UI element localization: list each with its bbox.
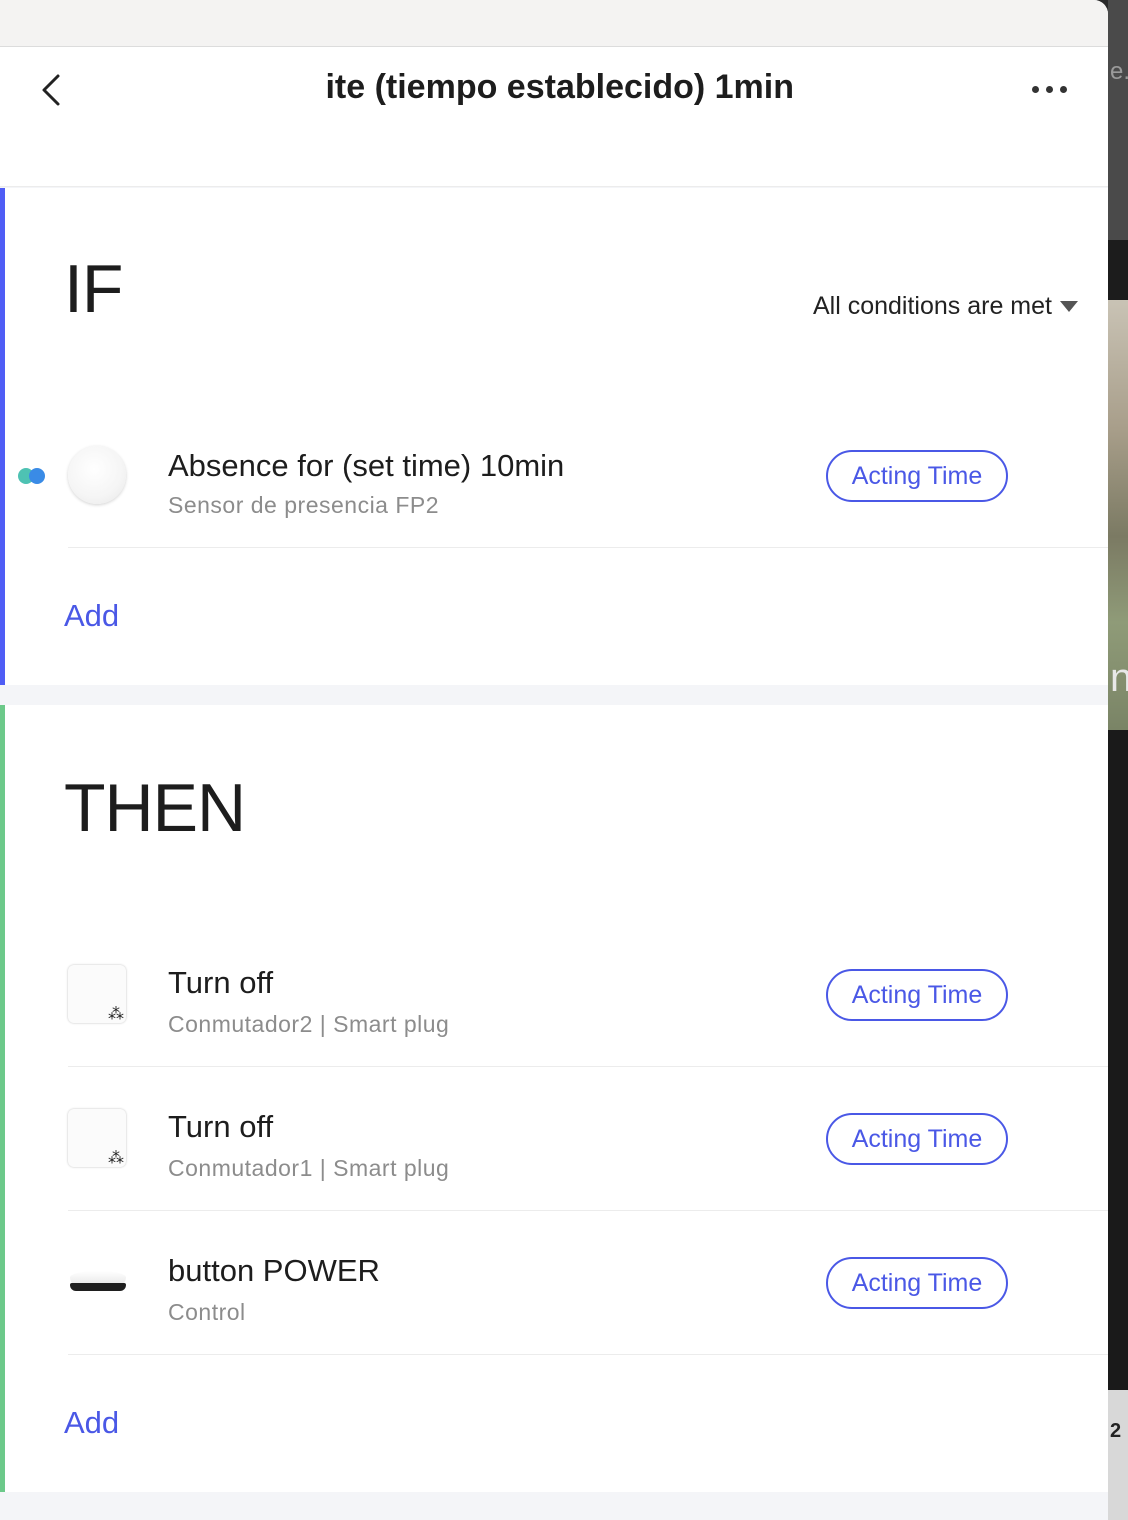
acting-time-button[interactable]: Acting Time [826, 1113, 1008, 1165]
background-window: e. n 2 [1108, 0, 1128, 1520]
action-device: Conmutador2 | Smart plug [168, 1011, 450, 1037]
add-action-link[interactable]: Add [64, 1405, 119, 1441]
condition-device: Sensor de presencia FP2 [168, 492, 440, 518]
more-options-button[interactable] [1024, 74, 1074, 104]
back-button[interactable] [30, 68, 74, 112]
action-device: Control [168, 1299, 246, 1325]
action-name: button POWER [168, 1253, 380, 1288]
smart-plug-icon: ⁂ [68, 965, 128, 1025]
condition-action: Absence for (set time) 10min [168, 448, 565, 483]
background-text: 2 [1110, 1420, 1122, 1442]
condition-mode-select[interactable]: All conditions are met [813, 292, 1078, 321]
condition-mode-label: All conditions are met [812, 292, 1052, 320]
if-accent-bar [0, 188, 5, 685]
ellipsis-icon [1031, 85, 1039, 93]
acting-time-button[interactable]: Acting Time [826, 969, 1008, 1021]
action-name: Turn off [168, 965, 274, 1000]
device-link-indicator-icon [18, 468, 48, 484]
add-condition-link[interactable]: Add [64, 598, 119, 634]
page-title: ite (tiempo establecido) 1min [325, 68, 794, 106]
window-titlebar[interactable] [0, 0, 1108, 47]
then-accent-bar [0, 705, 5, 1492]
if-title: IF [64, 251, 123, 327]
acting-time-button[interactable]: Acting Time [826, 1257, 1008, 1309]
bottom-spacer [0, 1492, 1108, 1520]
then-section: THEN ⁂ Turn off Conmutador2 | Smart plug… [0, 705, 1108, 1492]
presence-sensor-icon [68, 446, 128, 506]
automation-window: ite (tiempo establecido) 1min IF All con… [0, 0, 1108, 1520]
caret-down-icon [1060, 301, 1078, 312]
page-title-container: ite (tiempo establecido) 1min [312, 64, 794, 114]
ir-remote-hub-icon [68, 1253, 128, 1313]
action-row[interactable]: ⁂ Turn off Conmutador1 | Smart plug Acti… [68, 1067, 1108, 1211]
condition-row[interactable]: Absence for (set time) 10min Sensor de p… [68, 404, 1108, 548]
acting-time-button[interactable]: Acting Time [826, 450, 1008, 502]
chevron-left-icon [42, 74, 60, 106]
action-name: Turn off [168, 1109, 274, 1144]
action-row[interactable]: ⁂ Turn off Conmutador2 | Smart plug Acti… [68, 923, 1108, 1067]
action-row[interactable]: button POWER Control Acting Time [68, 1211, 1108, 1355]
background-text: n [1110, 656, 1128, 700]
then-title: THEN [64, 770, 246, 846]
action-device: Conmutador1 | Smart plug [168, 1155, 450, 1181]
page-header: ite (tiempo establecido) 1min [0, 47, 1108, 187]
smart-plug-icon: ⁂ [68, 1109, 128, 1169]
if-section: IF All conditions are met Absence for (s… [0, 188, 1108, 685]
background-text: e. [1110, 58, 1128, 85]
